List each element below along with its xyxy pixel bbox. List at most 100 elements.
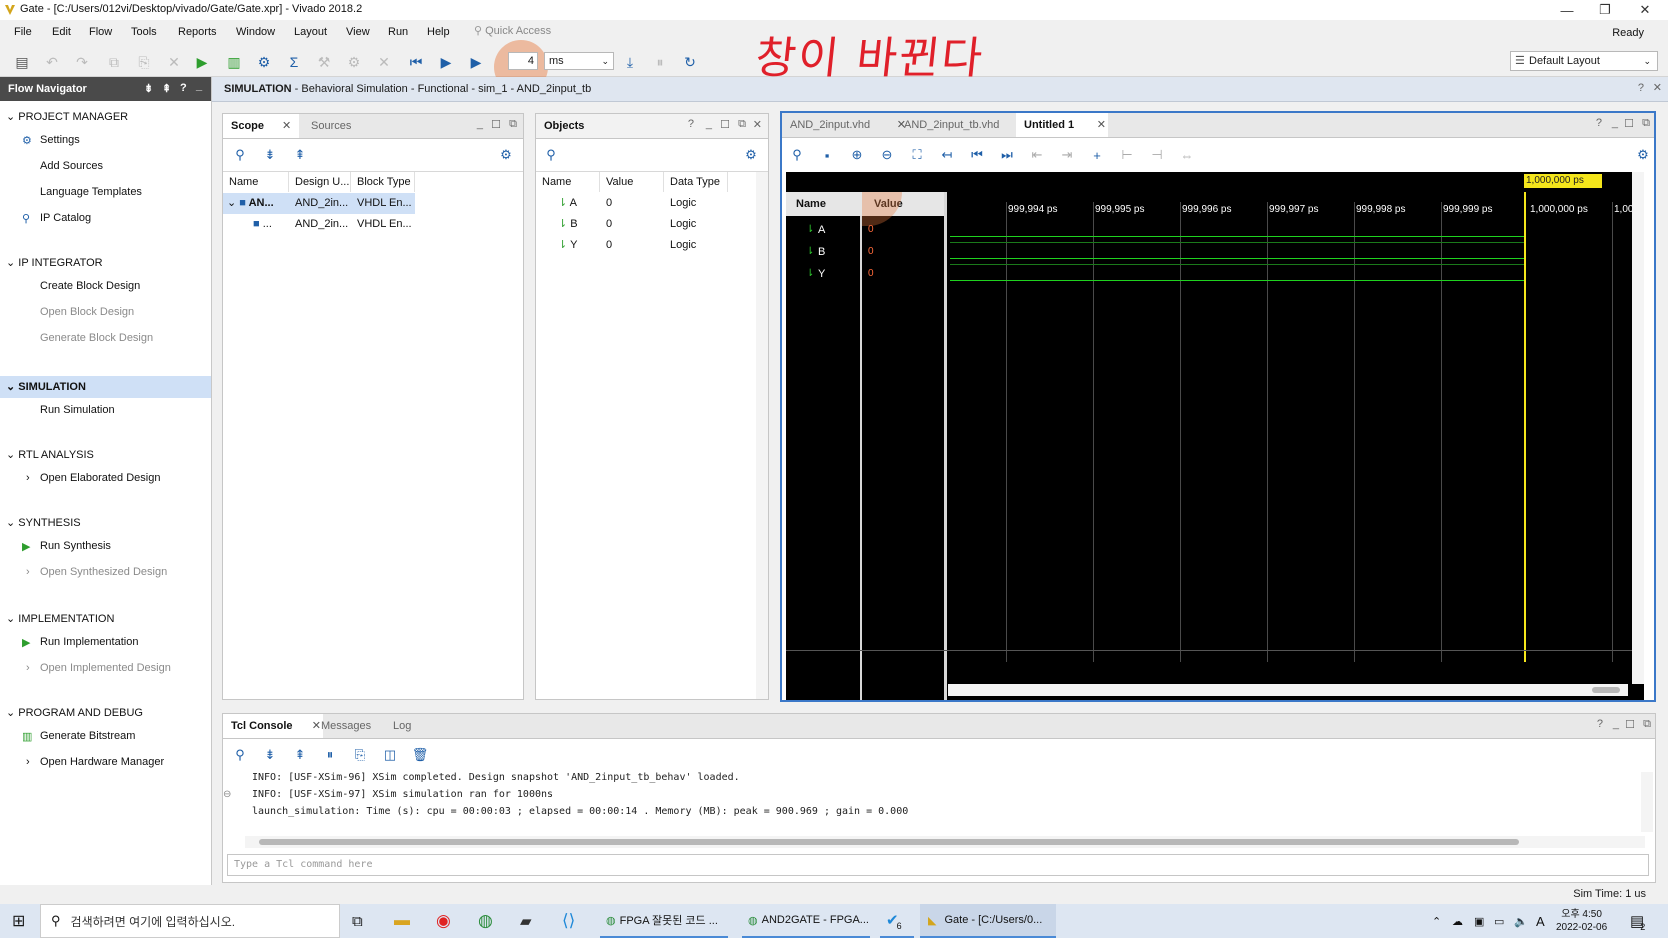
notification-icon[interactable]: ▤ 2 xyxy=(1630,904,1645,938)
collapse-all-icon[interactable]: ⇟ xyxy=(261,746,279,764)
help-icon[interactable]: ? xyxy=(1597,718,1603,730)
maximize-panel-icon[interactable]: ☐ xyxy=(720,118,730,131)
relaunch-icon[interactable]: ↻ xyxy=(680,52,700,72)
undo-icon[interactable]: ↶ xyxy=(42,52,62,72)
wave-signal-row[interactable]: ⇂ A 0 xyxy=(786,220,944,240)
vertical-scrollbar[interactable] xyxy=(1632,172,1644,684)
horizontal-scrollbar[interactable] xyxy=(948,684,1628,696)
windows-start-icon[interactable]: ⊞ xyxy=(12,904,25,938)
col-name[interactable]: Name xyxy=(223,172,289,192)
prev-marker-icon[interactable]: ⊢ xyxy=(1118,146,1136,164)
help-icon[interactable]: ? xyxy=(688,118,694,130)
open-folder-icon[interactable]: ▤ xyxy=(12,52,32,72)
nav-run-implementation[interactable]: ▶ Run Implementation xyxy=(22,636,138,649)
console-v-scrollbar[interactable] xyxy=(1641,772,1653,832)
gear-icon[interactable]: ⚙ xyxy=(1634,146,1652,164)
taskbar-app-fpga-code[interactable]: ◍ FPGA 잘못된 코드 ... xyxy=(600,904,728,938)
menu-reports[interactable]: Reports xyxy=(178,26,217,38)
pause-output-icon[interactable]: ⏸ xyxy=(321,746,339,764)
next-marker-icon[interactable]: ⊣ xyxy=(1148,146,1166,164)
float-panel-icon[interactable]: ⧉ xyxy=(1643,718,1651,731)
tab-sources[interactable]: Sources xyxy=(303,114,359,138)
run-all-icon[interactable]: ▶ xyxy=(436,52,456,72)
table-row[interactable]: ⌄ ■ AN... AND_2in... VHDL En... xyxy=(223,193,415,214)
tcl-command-input[interactable]: Type a Tcl command here xyxy=(227,854,1649,876)
redo-icon[interactable]: ↷ xyxy=(72,52,92,72)
menu-flow[interactable]: Flow xyxy=(89,26,112,38)
console-h-scrollbar[interactable] xyxy=(245,836,1645,848)
tab-untitled-1[interactable]: Untitled 1 ✕ xyxy=(1016,113,1108,137)
restart-icon[interactable]: ⏮ xyxy=(406,52,426,72)
float-panel-icon[interactable]: ⧉ xyxy=(509,118,517,131)
swap-cursors-icon[interactable]: ⇔ xyxy=(1178,146,1196,164)
network-icon[interactable]: ▭ xyxy=(1494,904,1504,938)
minimize-panel-icon[interactable]: _ xyxy=(477,118,483,130)
cancel-icon[interactable]: ✕ xyxy=(374,52,394,72)
tab-and-2input-vhd[interactable]: AND_2input.vhd ✕ xyxy=(782,113,908,137)
tab-messages[interactable]: Messages xyxy=(313,714,379,738)
expand-all-icon[interactable]: ⇞ xyxy=(162,82,171,95)
nav-ip-catalog[interactable]: ⚲ IP Catalog xyxy=(22,212,91,225)
menu-tools[interactable]: Tools xyxy=(131,26,157,38)
nav-open-synthesized-design[interactable]: › Open Synthesized Design xyxy=(26,566,167,578)
menu-file[interactable]: File xyxy=(14,26,32,38)
layout-select[interactable]: ☰ Default Layout ⌄ xyxy=(1510,51,1658,71)
menu-run[interactable]: Run xyxy=(388,26,408,38)
tab-tcl-console[interactable]: Tcl Console ✕ xyxy=(223,714,323,738)
clear-icon[interactable]: 🗑 xyxy=(411,746,429,764)
search-icon[interactable]: ⚲ xyxy=(231,146,249,164)
close-icon[interactable]: ✕ xyxy=(282,120,291,132)
nav-open-hardware-manager[interactable]: › Open Hardware Manager xyxy=(26,756,164,768)
tab-scope[interactable]: Scope ✕ xyxy=(223,114,300,138)
run-icon[interactable]: ▶ xyxy=(192,52,212,72)
nav-generate-block-design[interactable]: Generate Block Design xyxy=(40,332,153,344)
search-icon[interactable]: ⚲ xyxy=(231,746,249,764)
wave-plot-area[interactable]: 999,994 ps 999,995 ps 999,996 ps 999,997… xyxy=(948,172,1644,700)
search-icon[interactable]: ⚲ xyxy=(788,146,806,164)
expand-all-icon[interactable]: ⇞ xyxy=(291,746,309,764)
gear-icon[interactable]: ⚙ xyxy=(497,146,515,164)
taskbar-app-vivado[interactable]: ◣ Gate - [C:/Users/0... xyxy=(920,904,1056,938)
scrollbar-thumb[interactable] xyxy=(1592,687,1620,693)
nav-create-block-design[interactable]: Create Block Design xyxy=(40,280,140,292)
onedrive-icon[interactable]: ☁ xyxy=(1452,904,1463,938)
maximize-panel-icon[interactable]: ☐ xyxy=(491,118,501,131)
taskbar-search[interactable]: ⚲ 검색하려면 여기에 입력하십시오. xyxy=(40,904,340,938)
fold-icon[interactable]: ⊖ xyxy=(223,789,231,800)
nav-add-sources[interactable]: Add Sources xyxy=(40,160,103,172)
table-row[interactable]: ⇂ A 0 Logic xyxy=(536,193,728,214)
ime-indicator[interactable]: A xyxy=(1536,904,1545,938)
run-for-icon[interactable]: ▶ xyxy=(466,52,486,72)
waveform-canvas[interactable]: Name Value ⇂ A 0 ⇂ B 0 ⇂ Y 0 999,994 ps … xyxy=(786,172,1644,700)
close-icon[interactable]: ✕ xyxy=(1097,113,1106,137)
col-data-type[interactable]: Data Type xyxy=(664,172,728,192)
search-icon[interactable]: ⚲ xyxy=(542,146,560,164)
prev-transition-icon[interactable]: ⇤ xyxy=(1028,146,1046,164)
tool-icon-1[interactable]: ⚒ xyxy=(314,52,334,72)
close-icon[interactable]: ✕ xyxy=(1653,81,1662,94)
wave-signal-row[interactable]: ⇂ Y 0 xyxy=(786,264,944,284)
menu-help[interactable]: Help xyxy=(427,26,450,38)
tab-and-2input-tb-vhd[interactable]: AND_2input_tb.vhd✕ xyxy=(896,113,1028,137)
collapse-all-icon[interactable]: ⇟ xyxy=(144,82,153,95)
chrome-icon[interactable]: ◍ xyxy=(478,904,493,938)
volume-icon[interactable]: 🔈 xyxy=(1514,904,1528,938)
sigma-icon[interactable]: Σ xyxy=(284,52,304,72)
save-icon[interactable]: ▪ xyxy=(818,146,836,164)
usb-icon[interactable]: ▣ xyxy=(1474,904,1484,938)
copy-icon[interactable]: ⧉ xyxy=(104,52,124,72)
nav-section-ip-integrator[interactable]: ⌄ IP INTEGRATOR xyxy=(6,256,103,269)
bitstream-icon[interactable]: ▥ xyxy=(224,52,244,72)
gear-icon[interactable]: ⚙ xyxy=(742,146,760,164)
wave-signal-row[interactable]: ⇂ B 0 xyxy=(786,242,944,262)
menu-edit[interactable]: Edit xyxy=(52,26,71,38)
collapse-all-icon[interactable]: ⇟ xyxy=(261,146,279,164)
float-panel-icon[interactable]: ⧉ xyxy=(738,118,746,131)
go-to-end-icon[interactable]: ⏭ xyxy=(998,146,1016,164)
minimize-panel-icon[interactable]: _ xyxy=(196,80,202,92)
delete-icon[interactable]: ✕ xyxy=(164,52,184,72)
menu-layout[interactable]: Layout xyxy=(294,26,327,38)
col-design-unit[interactable]: Design U... xyxy=(289,172,351,192)
maximize-panel-icon[interactable]: ☐ xyxy=(1624,117,1634,130)
nav-section-rtl-analysis[interactable]: ⌄ RTL ANALYSIS xyxy=(6,448,94,461)
